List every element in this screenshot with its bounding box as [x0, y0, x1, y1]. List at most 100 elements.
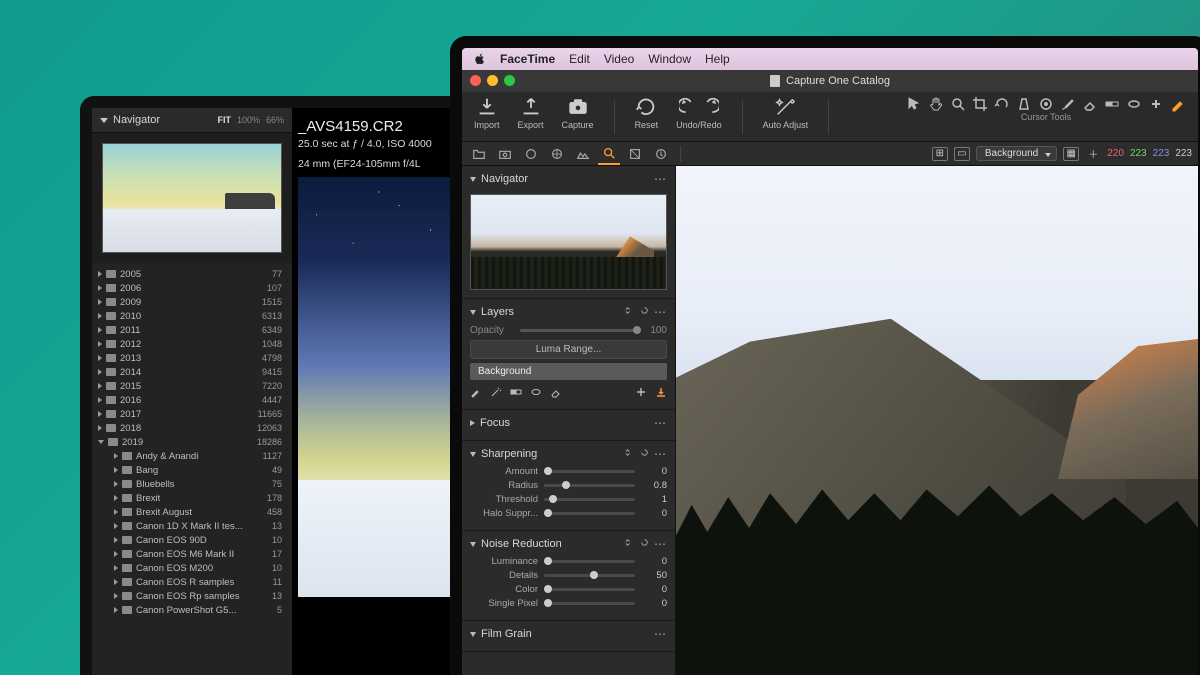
disclosure-triangle-icon[interactable]	[114, 537, 118, 543]
magic-brush-icon[interactable]	[490, 386, 502, 401]
close-button[interactable]	[470, 75, 481, 86]
noise-reduction-panel-header[interactable]: Noise Reduction ⋯	[470, 535, 667, 553]
tab-details-icon[interactable]	[598, 143, 620, 165]
slider-knob[interactable]	[544, 557, 552, 565]
disclosure-triangle-icon[interactable]	[98, 355, 102, 361]
slider-row[interactable]: Threshold1	[470, 494, 667, 505]
folder-row[interactable]: Bluebells75	[92, 477, 292, 491]
expand-icon[interactable]	[624, 537, 635, 548]
slider-knob[interactable]	[544, 585, 552, 593]
film-grain-panel-header[interactable]: Film Grain ⋯	[470, 625, 667, 643]
disclosure-triangle-icon[interactable]	[98, 397, 102, 403]
single-view-button[interactable]: ▭	[954, 147, 970, 161]
folder-row[interactable]: 20091515	[92, 295, 292, 309]
gradient-mask-icon[interactable]	[510, 386, 522, 401]
folder-row[interactable]: Canon EOS Rp samples13	[92, 589, 292, 603]
traffic-lights[interactable]	[470, 75, 515, 86]
menubar-item[interactable]: Window	[648, 52, 691, 66]
folder-row[interactable]: 20121048	[92, 337, 292, 351]
slider-track[interactable]	[544, 588, 635, 591]
expand-icon[interactable]	[624, 305, 635, 316]
panel-menu-icon[interactable]: ⋯	[654, 416, 667, 430]
slider-row[interactable]: Radius0.8	[470, 480, 667, 491]
tool-tab-strip[interactable]: ⊞ ▭ Background ▦ ＋ 220 223 223 223	[462, 142, 1198, 166]
zoom-100[interactable]: 100%	[237, 115, 260, 125]
panel-menu-icon[interactable]: ⋯	[654, 627, 667, 641]
slider-knob[interactable]	[544, 599, 552, 607]
disclosure-triangle-icon[interactable]	[98, 299, 102, 305]
erase-icon[interactable]	[1082, 96, 1098, 112]
erase-mask-icon[interactable]	[550, 386, 562, 401]
hand-icon[interactable]	[928, 96, 944, 112]
panel-menu-icon[interactable]: ⋯	[654, 305, 667, 319]
disclosure-triangle-icon[interactable]	[98, 383, 102, 389]
spot-icon[interactable]	[1038, 96, 1054, 112]
brush-draw-icon[interactable]	[470, 386, 482, 401]
tab-metadata-icon[interactable]	[650, 144, 672, 164]
macos-menubar[interactable]: FaceTime Edit Video Window Help	[462, 48, 1198, 70]
image-viewer[interactable]	[676, 166, 1198, 675]
reset-icon[interactable]	[639, 305, 650, 316]
layers-panel-header[interactable]: Layers ⋯	[470, 303, 667, 321]
layer-selector-dropdown[interactable]: Background	[976, 146, 1057, 161]
folder-row[interactable]: 20106313	[92, 309, 292, 323]
opacity-slider[interactable]: Opacity 100	[470, 325, 667, 336]
disclosure-triangle-icon[interactable]	[98, 341, 102, 347]
folder-row[interactable]: 201711665	[92, 407, 292, 421]
slider-knob[interactable]	[562, 481, 570, 489]
disclosure-triangle-icon[interactable]	[114, 523, 118, 529]
layer-item-background[interactable]: Background	[470, 363, 667, 380]
folder-row[interactable]: Canon EOS M6 Mark II17	[92, 547, 292, 561]
loupe-icon[interactable]	[950, 96, 966, 112]
brush-icon[interactable]	[1060, 96, 1076, 112]
disclosure-triangle-icon[interactable]	[98, 271, 102, 277]
menubar-item[interactable]: Help	[705, 52, 730, 66]
apply-icon[interactable]	[655, 386, 667, 401]
tab-capture-icon[interactable]	[494, 144, 516, 164]
auto-adjust-button[interactable]: Auto Adjust	[763, 96, 809, 130]
navigator-panel-header[interactable]: Navigator ⋯	[470, 170, 667, 188]
undo-redo-buttons[interactable]: Undo/Redo	[676, 96, 722, 130]
apple-logo-icon[interactable]	[474, 53, 486, 65]
disclosure-triangle-icon[interactable]	[98, 440, 104, 444]
slider-track[interactable]	[544, 498, 635, 501]
folder-row[interactable]: 2006107	[92, 281, 292, 295]
cursor-tools-strip[interactable]	[906, 96, 1186, 112]
tab-color-icon[interactable]	[546, 144, 568, 164]
tab-library-icon[interactable]	[468, 144, 490, 164]
folder-row[interactable]: Canon EOS M20010	[92, 561, 292, 575]
zoom-fit[interactable]: FIT	[217, 115, 231, 125]
reset-button[interactable]: Reset	[635, 96, 659, 130]
keystone-icon[interactable]	[1016, 96, 1032, 112]
heal-icon[interactable]	[1148, 96, 1164, 112]
folder-row[interactable]: Canon PowerShot G5...5	[92, 603, 292, 617]
panel-menu-icon[interactable]: ⋯	[654, 172, 667, 186]
add-layer-button[interactable]: ＋	[1085, 147, 1101, 161]
folder-row[interactable]: 200577	[92, 267, 292, 281]
gradient-icon[interactable]	[1104, 96, 1120, 112]
tab-exposure-icon[interactable]	[572, 144, 594, 164]
folder-row[interactable]: 20157220	[92, 379, 292, 393]
folder-row[interactable]: 20149415	[92, 365, 292, 379]
radial-mask-icon[interactable]	[530, 386, 542, 401]
folder-row[interactable]: 201918286	[92, 435, 292, 449]
folder-row[interactable]: 20116349	[92, 323, 292, 337]
slider-row[interactable]: Luminance0	[470, 556, 667, 567]
menubar-item[interactable]: Edit	[569, 52, 590, 66]
slider-track[interactable]	[544, 512, 635, 515]
disclosure-triangle-icon[interactable]	[114, 565, 118, 571]
maximize-button[interactable]	[504, 75, 515, 86]
pen-icon[interactable]	[1170, 96, 1186, 112]
slider-knob[interactable]	[549, 495, 557, 503]
folder-row[interactable]: 20164447	[92, 393, 292, 407]
disclosure-triangle-icon[interactable]	[114, 453, 118, 459]
slider-track[interactable]	[544, 602, 635, 605]
navigator-header[interactable]: Navigator FIT 100% 66%	[92, 108, 292, 133]
disclosure-triangle-icon[interactable]	[114, 495, 118, 501]
slider-track[interactable]	[544, 470, 635, 473]
folder-row[interactable]: 201812063	[92, 421, 292, 435]
disclosure-triangle-icon[interactable]	[114, 551, 118, 557]
menubar-app-name[interactable]: FaceTime	[500, 52, 555, 66]
disclosure-triangle-icon[interactable]	[98, 313, 102, 319]
export-button[interactable]: Export	[518, 96, 544, 130]
